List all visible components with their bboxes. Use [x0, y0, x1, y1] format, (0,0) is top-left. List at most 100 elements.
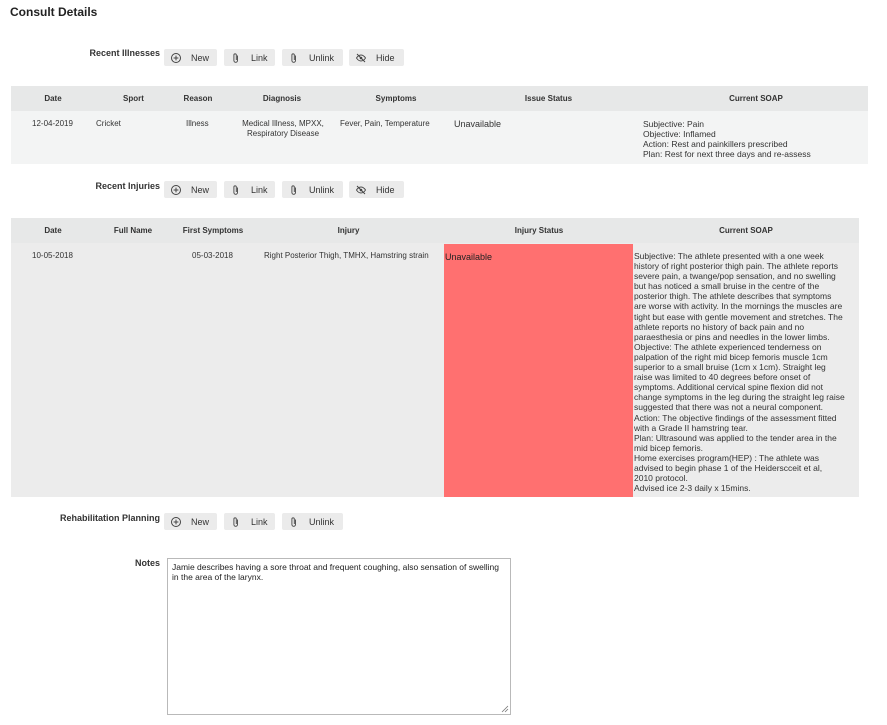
new-label: New — [191, 516, 210, 527]
column-header-diagnosis: Diagnosis — [262, 94, 302, 103]
unlink-label: Unlink — [309, 184, 335, 195]
soap-line: severe pain, a twange/pop sensation, and… — [634, 271, 836, 282]
column-header-current-soap: Current SOAP — [729, 94, 783, 103]
soap-line: 2010 protocol. — [634, 473, 688, 484]
soap-line: posterior thigh. The athlete describes t… — [634, 291, 832, 302]
soap-line: raise was limited to 40 degrees before o… — [634, 372, 811, 383]
soap-line: Subjective: The athlete presented with a… — [634, 251, 824, 261]
injury-date: 10-05-2018 — [32, 251, 73, 260]
column-header-date: Date — [44, 94, 62, 103]
soap-line: mid bicep femoris. — [634, 442, 703, 453]
paperclip-icon — [230, 184, 242, 196]
link-label: Link — [251, 184, 268, 195]
soap-line: with a Grade II hamstring tear. — [634, 422, 748, 433]
eye-slash-icon — [355, 184, 367, 196]
illness-new-button[interactable]: New — [164, 49, 217, 66]
soap-line: history of right posterior thigh pain. T… — [634, 261, 838, 272]
column-header-injury: Injury — [337, 226, 360, 235]
illness-status: Unavailable — [454, 119, 502, 129]
column-header-current-soap: Current SOAP — [719, 226, 773, 235]
soap-line: suggested that there was not a neural co… — [634, 402, 824, 413]
diagnosis-line: Medical Illness, MPXX, — [242, 119, 324, 128]
injury-hide-button[interactable]: Hide — [349, 181, 404, 198]
column-header-sport: Sport — [123, 94, 144, 103]
table-header: Date Full Name First Symptoms Injury Inj… — [11, 218, 859, 243]
illness-diagnosis: Medical Illness, MPXX, Respiratory Disea… — [237, 119, 329, 139]
column-header-full-name: Full Name — [113, 226, 153, 235]
notes-label: Notes — [134, 558, 160, 568]
injury-new-button[interactable]: New — [164, 181, 217, 198]
soap-line: Action: Rest and painkillers prescribed — [643, 139, 788, 149]
rehabilitation-planning-label: Rehabilitation Planning — [59, 513, 160, 523]
notes-textarea[interactable]: Jamie describes having a sore throat and… — [167, 558, 511, 715]
soap-line: but has noticed a small bruise in the ce… — [634, 281, 820, 292]
soap-line: superior to a small bruise (1cm x 1cm). … — [634, 362, 826, 373]
soap-line: Home exercises program(HEP) : The athlet… — [634, 452, 820, 463]
soap-line: Objective: Inflamed — [643, 129, 716, 139]
illness-link-button[interactable]: Link — [224, 49, 275, 66]
unlink-label: Unlink — [309, 516, 335, 527]
page-title: Consult Details — [10, 5, 98, 19]
injury-link-button[interactable]: Link — [224, 181, 275, 198]
table-header: Date Sport Reason Diagnosis Symptoms Iss… — [11, 86, 868, 111]
recent-injuries-table: Date Full Name First Symptoms Injury Inj… — [11, 218, 859, 497]
rehab-unlink-button[interactable]: Unlink — [282, 513, 343, 530]
soap-line: Objective: The athlete experienced tende… — [634, 341, 822, 352]
illness-reason: Illness — [186, 119, 209, 128]
soap-line: Advised ice 2-3 daily x 15mins. — [634, 483, 751, 494]
paperclip-icon — [230, 52, 242, 64]
link-label: Link — [251, 52, 268, 63]
soap-line: athlete reports no history of back pain … — [634, 321, 805, 332]
new-label: New — [191, 52, 210, 63]
injury-status: Unavailable — [445, 252, 493, 262]
link-label: Link — [251, 516, 268, 527]
injury-description: Right Posterior Thigh, TMHX, Hamstring s… — [264, 251, 429, 260]
plus-circle-icon — [170, 516, 182, 528]
column-header-injury-status: Injury Status — [514, 226, 564, 235]
soap-line: paraesthesia or pins and needles in the … — [634, 331, 830, 342]
resize-grip-icon[interactable] — [501, 705, 509, 713]
injury-unlink-button[interactable]: Unlink — [282, 181, 343, 198]
column-header-issue-status: Issue Status — [524, 94, 573, 103]
paperclip-icon — [230, 516, 242, 528]
plus-circle-icon — [170, 52, 182, 64]
illness-date: 12-04-2019 — [32, 119, 73, 128]
hide-label: Hide — [376, 184, 395, 195]
injury-status-cell: Unavailable — [444, 244, 633, 497]
illness-current-soap: Subjective: Pain Objective: Inflamed Act… — [643, 119, 811, 159]
hide-label: Hide — [376, 52, 395, 63]
column-header-first-symptoms: First Symptoms — [182, 226, 244, 235]
injury-current-soap: Subjective: The athlete presented with a… — [634, 251, 859, 493]
column-header-reason: Reason — [183, 94, 213, 103]
injury-first-symptoms: 05-03-2018 — [192, 251, 233, 260]
rehab-link-button[interactable]: Link — [224, 513, 275, 530]
recent-injuries-label: Recent Injuries — [95, 181, 160, 191]
rehab-new-button[interactable]: New — [164, 513, 217, 530]
illness-sport: Cricket — [96, 119, 121, 128]
plus-circle-icon — [170, 184, 182, 196]
illness-unlink-button[interactable]: Unlink — [282, 49, 343, 66]
soap-line: tight but ease with gentle movement and … — [634, 311, 843, 322]
soap-line: are worse with activity. In the mornings… — [634, 301, 843, 312]
illness-hide-button[interactable]: Hide — [349, 49, 404, 66]
column-header-date: Date — [44, 226, 62, 235]
soap-line: Plan: Ultrasound was applied to the tend… — [634, 432, 837, 443]
soap-line: Plan: Rest for next three days and re-as… — [643, 149, 811, 159]
eye-slash-icon — [355, 52, 367, 64]
paperclip-icon — [288, 52, 300, 64]
paperclip-icon — [288, 184, 300, 196]
soap-line: palpation of the right mid bicep femoris… — [634, 351, 828, 362]
column-header-symptoms: Symptoms — [375, 94, 417, 103]
soap-line: symptoms. Additional cervical spine flex… — [634, 382, 823, 393]
illness-symptoms: Fever, Pain, Temperature — [340, 119, 430, 128]
recent-illnesses-table: Date Sport Reason Diagnosis Symptoms Iss… — [11, 86, 868, 164]
soap-line: Action: The objective findings of the as… — [634, 412, 837, 423]
soap-line: Subjective: Pain — [643, 119, 704, 129]
recent-illnesses-label: Recent Illnesses — [89, 48, 160, 58]
unlink-label: Unlink — [309, 52, 335, 63]
notes-text: Jamie describes having a sore throat and… — [172, 562, 499, 582]
soap-line: advised to begin phase 1 of the Heidersc… — [634, 462, 823, 473]
diagnosis-line: Respiratory Disease — [246, 129, 320, 138]
paperclip-icon — [288, 516, 300, 528]
soap-line: change symptoms in the leg during the st… — [634, 392, 845, 403]
